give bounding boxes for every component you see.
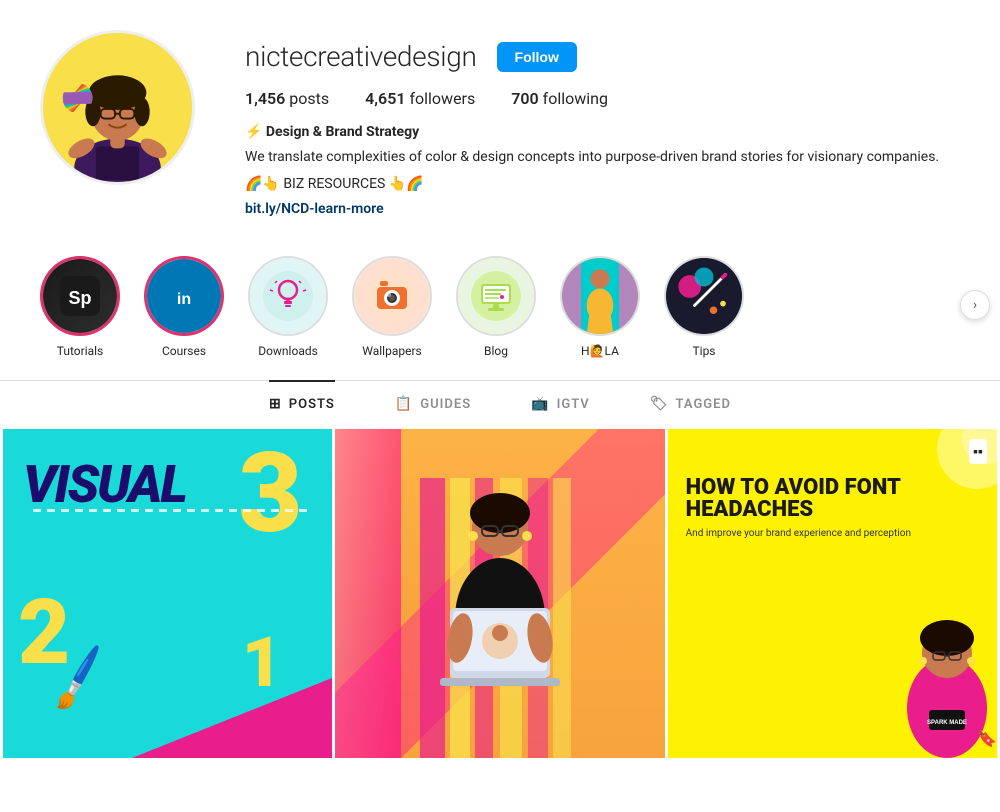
posts-stat: 1,456 posts: [245, 89, 329, 108]
highlight-circle-wallpapers: [352, 256, 432, 336]
svg-text:Sp: Sp: [68, 288, 91, 308]
highlight-label-tutorials: Tutorials: [57, 344, 104, 358]
highlight-circle-hola: [560, 256, 640, 336]
wallpapers-icon: [354, 258, 430, 334]
follow-button[interactable]: Follow: [497, 42, 577, 72]
tips-icon: [666, 258, 742, 334]
bio-link[interactable]: bit.ly/NCD-learn-more: [245, 201, 384, 217]
svg-text:SPARK MADE: SPARK MADE: [927, 720, 967, 726]
tab-igtv[interactable]: 📺 IGTV: [531, 380, 590, 426]
highlight-label-wallpapers: Wallpapers: [362, 344, 421, 358]
bio-name: ⚡ Design & Brand Strategy: [245, 122, 960, 143]
highlight-circle-tutorials: Sp: [40, 256, 120, 336]
highlight-circle-tips: [664, 256, 744, 336]
igtv-icon: 📺: [531, 396, 549, 412]
profile-section: nictecreativedesign Follow 1,456 posts 4…: [0, 0, 1000, 240]
highlight-label-blog: Blog: [484, 344, 508, 358]
highlight-wallpapers[interactable]: Wallpapers: [352, 256, 432, 358]
highlight-circle-downloads: [248, 256, 328, 336]
highlight-courses[interactable]: in Courses: [144, 256, 224, 358]
tab-guides[interactable]: 📋 GUIDES: [395, 380, 471, 426]
highlight-hola[interactable]: H🙋LA: [560, 256, 640, 358]
num-3: 3: [239, 439, 303, 549]
highlight-tips[interactable]: Tips: [664, 256, 744, 358]
guides-icon: 📋: [395, 396, 413, 412]
tab-posts-label: POSTS: [289, 397, 335, 412]
bookmark-icon: 🔖: [977, 729, 997, 748]
visual-text: VISUAL: [23, 454, 186, 515]
highlight-blog[interactable]: Blog: [456, 256, 536, 358]
highlight-label-downloads: Downloads: [258, 344, 318, 358]
highlight-downloads[interactable]: Downloads: [248, 256, 328, 358]
tab-igtv-label: IGTV: [557, 397, 590, 412]
profile-header: nictecreativedesign Follow: [245, 40, 960, 73]
tab-guides-label: GUIDES: [420, 397, 471, 412]
highlights-next-button[interactable]: ›: [960, 290, 990, 320]
tabs-section: ⊞ POSTS 📋 GUIDES 📺 IGTV 🏷 TAGGED: [0, 380, 1000, 426]
stats-row: 1,456 posts 4,651 followers 700 followin…: [245, 89, 960, 108]
bio-link-label: 🌈👆 BIZ RESOURCES 👆🌈: [245, 174, 960, 195]
highlight-tutorials[interactable]: Sp Tutorials: [40, 256, 120, 358]
grid-post-2[interactable]: [335, 429, 664, 758]
tab-tagged-label: TAGGED: [676, 397, 731, 412]
followers-stat[interactable]: 4,651 followers: [365, 89, 475, 108]
profile-avatar: [40, 30, 195, 185]
grid-post-3[interactable]: ▪▪ HOW TO AVOID FONT HEADACHES And impro…: [668, 429, 997, 758]
highlight-label-tips: Tips: [692, 344, 715, 358]
tab-tagged[interactable]: 🏷 TAGGED: [650, 380, 731, 426]
highlight-circle-courses: in: [144, 256, 224, 336]
lightning-icon: ⚡: [245, 124, 262, 140]
pink-triangle: [132, 678, 332, 758]
following-stat[interactable]: 700 following: [511, 89, 608, 108]
posts-grid: VISUAL 3 2 1 🖌️: [0, 426, 1000, 761]
tab-posts[interactable]: ⊞ POSTS: [269, 380, 335, 426]
svg-text:in: in: [177, 291, 191, 308]
blog-icon: [458, 258, 534, 334]
highlight-label-hola: H🙋LA: [581, 344, 619, 358]
hola-emoji: 🙋: [590, 344, 605, 358]
profile-info: nictecreativedesign Follow 1,456 posts 4…: [245, 30, 960, 220]
hola-icon: [562, 258, 638, 334]
bio-description: We translate complexities of color & des…: [245, 147, 960, 168]
sp-icon: Sp: [43, 259, 117, 333]
highlight-label-courses: Courses: [162, 344, 206, 358]
tagged-icon: 🏷: [650, 396, 669, 412]
dots-chain: [33, 509, 312, 512]
posts-icon: ⊞: [269, 396, 282, 412]
grid-post-1[interactable]: VISUAL 3 2 1 🖌️: [3, 429, 332, 758]
downloads-icon: [250, 258, 326, 334]
highlights-section: Sp Tutorials in Courses: [0, 240, 1000, 370]
post3-layers-icon: ▪▪: [969, 439, 987, 464]
bio-section: ⚡ Design & Brand Strategy We translate c…: [245, 122, 960, 220]
username: nictecreativedesign: [245, 40, 477, 73]
in-icon: in: [147, 259, 221, 333]
highlight-circle-blog: [456, 256, 536, 336]
